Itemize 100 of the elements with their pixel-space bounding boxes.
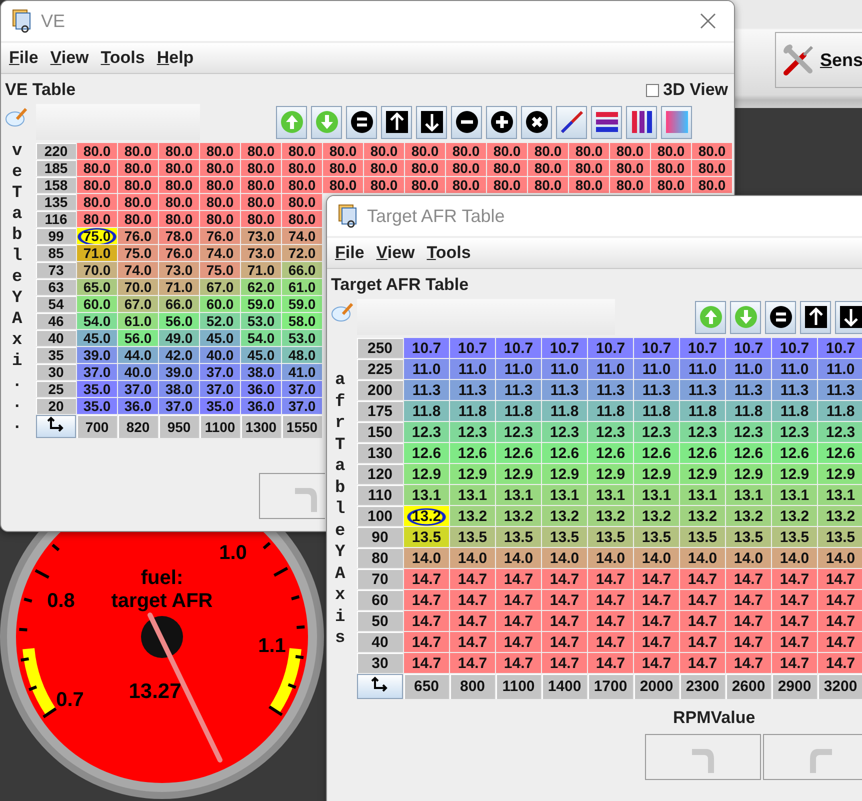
table-cell[interactable]: 73.0 xyxy=(241,245,281,261)
table-cell[interactable]: 80.0 xyxy=(405,143,445,159)
table-cell[interactable]: 60.0 xyxy=(200,296,240,312)
table-cell[interactable]: 80.0 xyxy=(651,177,691,193)
table-cell[interactable]: 11.0 xyxy=(542,359,587,379)
table-cell[interactable]: 42.0 xyxy=(159,347,199,363)
table-cell[interactable]: 75.0 xyxy=(200,262,240,278)
table-cell[interactable]: 11.3 xyxy=(772,380,817,400)
table-cell[interactable]: 14.7 xyxy=(772,632,817,652)
table-cell[interactable]: 37.0 xyxy=(282,381,322,397)
menu-item[interactable]: File xyxy=(329,243,370,263)
table-cell[interactable]: 45.0 xyxy=(77,330,117,346)
table-cell[interactable]: 80.0 xyxy=(77,143,117,159)
table-cell[interactable]: 10.7 xyxy=(772,338,817,358)
table-cell[interactable]: 80.0 xyxy=(692,177,732,193)
table-cell[interactable]: 71.0 xyxy=(159,279,199,295)
table-cell[interactable]: 14.7 xyxy=(542,590,587,610)
table-cell[interactable]: 80.0 xyxy=(241,160,281,176)
table-cell[interactable]: 14.7 xyxy=(588,590,633,610)
menu-item[interactable]: View xyxy=(370,243,421,263)
table-cell[interactable]: 54.0 xyxy=(77,313,117,329)
table-cell[interactable]: 12.3 xyxy=(496,422,541,442)
toolbar-button[interactable] xyxy=(556,106,587,138)
table-cell[interactable]: 13.1 xyxy=(634,485,679,505)
table-cell[interactable]: 14.7 xyxy=(404,569,449,589)
table-cell[interactable]: 56.0 xyxy=(159,313,199,329)
table-cell[interactable]: 76.0 xyxy=(118,228,158,244)
table-cell[interactable]: 14.7 xyxy=(680,653,725,673)
table-cell[interactable]: 11.0 xyxy=(680,359,725,379)
table-cell[interactable]: 53.0 xyxy=(241,313,281,329)
table-cell[interactable]: 14.7 xyxy=(496,569,541,589)
table-cell[interactable]: 13.2 xyxy=(818,506,862,526)
table-cell[interactable]: 12.6 xyxy=(588,443,633,463)
table-cell[interactable]: 80.0 xyxy=(200,177,240,193)
table-cell[interactable]: 10.7 xyxy=(542,338,587,358)
table-cell[interactable]: 13.1 xyxy=(496,485,541,505)
table-cell[interactable]: 14.7 xyxy=(588,569,633,589)
table-cell[interactable]: 74.0 xyxy=(118,262,158,278)
table-cell[interactable]: 80.0 xyxy=(569,143,609,159)
table-cell[interactable]: 54.0 xyxy=(241,330,281,346)
table-cell[interactable]: 14.0 xyxy=(772,548,817,568)
table-cell[interactable]: 80.0 xyxy=(364,177,404,193)
table-cell[interactable]: 12.6 xyxy=(634,443,679,463)
toolbar-button[interactable] xyxy=(800,300,831,334)
table-cell[interactable]: 37.0 xyxy=(77,364,117,380)
toolbar-button[interactable] xyxy=(521,106,552,138)
table-cell[interactable]: 14.7 xyxy=(496,611,541,631)
table-cell[interactable]: 80.0 xyxy=(405,160,445,176)
table-cell[interactable]: 44.0 xyxy=(118,347,158,363)
table-cell[interactable]: 11.0 xyxy=(450,359,495,379)
table-cell[interactable]: 80.0 xyxy=(282,177,322,193)
table-cell[interactable]: 12.9 xyxy=(634,464,679,484)
table-cell[interactable]: 11.3 xyxy=(496,380,541,400)
menu-item[interactable]: File xyxy=(3,48,44,68)
table-cell[interactable]: 12.6 xyxy=(680,443,725,463)
table-cell[interactable]: 13.2 xyxy=(680,506,725,526)
table-cell[interactable]: 11.3 xyxy=(726,380,771,400)
table-cell[interactable]: 11.0 xyxy=(772,359,817,379)
table-cell[interactable]: 67.0 xyxy=(200,279,240,295)
table-cell[interactable]: 14.7 xyxy=(542,611,587,631)
table-cell[interactable]: 59.0 xyxy=(241,296,281,312)
table-cell[interactable]: 13.2 xyxy=(404,506,449,526)
table-cell[interactable]: 13.1 xyxy=(680,485,725,505)
table-cell[interactable]: 80.0 xyxy=(118,177,158,193)
table-cell[interactable]: 12.9 xyxy=(680,464,725,484)
menu-item[interactable]: Tools xyxy=(420,243,477,263)
table-cell[interactable]: 12.9 xyxy=(542,464,587,484)
table-cell[interactable]: 80.0 xyxy=(651,143,691,159)
table-cell[interactable]: 13.5 xyxy=(634,527,679,547)
table-cell[interactable]: 38.0 xyxy=(159,381,199,397)
table-cell[interactable]: 12.6 xyxy=(496,443,541,463)
table-cell[interactable]: 80.0 xyxy=(692,143,732,159)
table-cell[interactable]: 12.6 xyxy=(542,443,587,463)
table-cell[interactable]: 80.0 xyxy=(200,143,240,159)
table-cell[interactable]: 13.5 xyxy=(588,527,633,547)
table-cell[interactable]: 12.3 xyxy=(450,422,495,442)
table-cell[interactable]: 14.7 xyxy=(404,590,449,610)
table-cell[interactable]: 80.0 xyxy=(446,177,486,193)
table-cell[interactable]: 14.7 xyxy=(496,590,541,610)
sensors-button[interactable]: Sens xyxy=(775,32,862,88)
table-cell[interactable]: 73.0 xyxy=(241,228,281,244)
table-cell[interactable]: 37.0 xyxy=(200,381,240,397)
table-cell[interactable]: 11.0 xyxy=(634,359,679,379)
table-cell[interactable]: 12.9 xyxy=(588,464,633,484)
table-cell[interactable]: 11.0 xyxy=(588,359,633,379)
table-cell[interactable]: 13.5 xyxy=(818,527,862,547)
table-cell[interactable]: 11.3 xyxy=(818,380,862,400)
table-cell[interactable]: 13.5 xyxy=(772,527,817,547)
table-cell[interactable]: 80.0 xyxy=(241,143,281,159)
table-cell[interactable]: 13.5 xyxy=(496,527,541,547)
table-cell[interactable]: 14.7 xyxy=(496,653,541,673)
table-cell[interactable]: 59.0 xyxy=(282,296,322,312)
table-cell[interactable]: 11.3 xyxy=(588,380,633,400)
table-cell[interactable]: 14.7 xyxy=(726,632,771,652)
table-cell[interactable]: 80.0 xyxy=(77,160,117,176)
table-cell[interactable]: 35.0 xyxy=(77,398,117,414)
table-cell[interactable]: 14.7 xyxy=(772,611,817,631)
table-cell[interactable]: 14.7 xyxy=(680,632,725,652)
table-cell[interactable]: 80.0 xyxy=(200,160,240,176)
table-cell[interactable]: 49.0 xyxy=(159,330,199,346)
